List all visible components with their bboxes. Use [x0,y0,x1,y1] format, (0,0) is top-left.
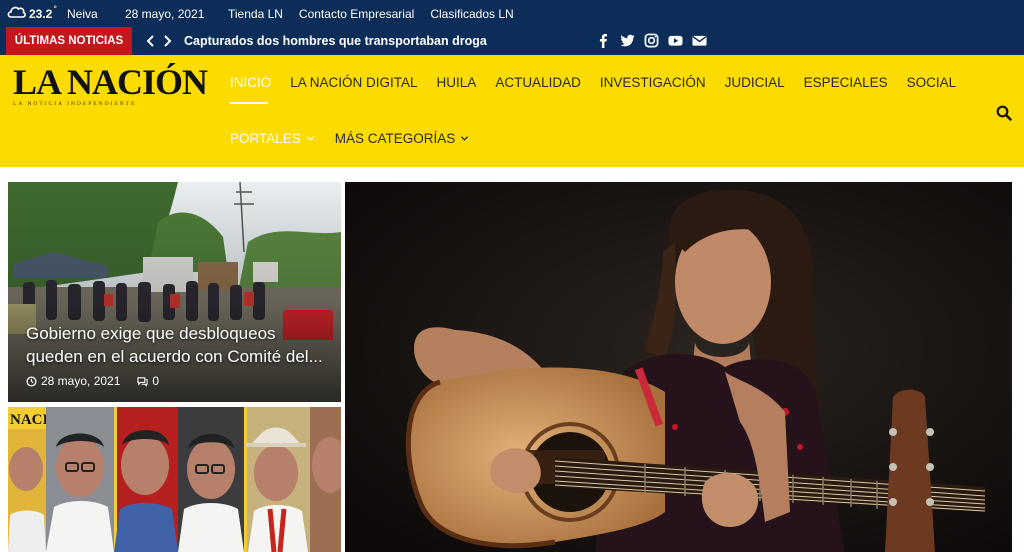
logo-wordmark: LA NACIÓN [13,62,208,102]
comment-count: 0 [152,374,160,388]
clock-icon [26,375,37,387]
nav-social[interactable]: SOCIAL [907,75,957,90]
twitter-icon[interactable] [620,33,635,48]
article-image [345,182,1012,552]
comments-link[interactable]: 0 [137,374,159,388]
site-header: LA NACIÓN LA NOTICIA INDEPENDIENTE INICI… [0,55,1024,167]
link-tienda[interactable]: Tienda LN [228,7,283,21]
search-icon[interactable] [996,105,1012,121]
facebook-icon[interactable] [596,33,611,48]
top-bar: 23.2 ° Neiva 28 mayo, 2021 Tienda LN Cont… [0,0,1024,27]
chevron-left-icon[interactable] [144,33,158,49]
social-links [596,33,716,48]
top-links: Tienda LN Contacto Empresarial Clasifica… [228,7,530,21]
degree-symbol: ° [53,3,57,14]
nav-investigacion[interactable]: INVESTIGACIÓN [600,75,706,90]
breaking-news-bar: ÚLTIMAS NOTICIAS Capturados dos hombres … [0,27,1024,55]
nav-especiales[interactable]: ESPECIALES [804,75,888,90]
nav-judicial[interactable]: JUDICIAL [725,75,785,90]
current-date: 28 mayo, 2021 [125,7,205,21]
nav-mas-categorias-label: MÁS CATEGORÍAS [334,131,456,146]
nav-actualidad[interactable]: ACTUALIDAD [495,75,581,90]
article-date: 28 mayo, 2021 [41,374,121,388]
site-logo[interactable]: LA NACIÓN LA NOTICIA INDEPENDIENTE [13,62,208,108]
active-nav-underline [230,102,268,104]
nav-mas-categorias[interactable]: MÁS CATEGORÍAS [335,131,470,146]
link-contacto-empresarial[interactable]: Contacto Empresarial [299,7,414,21]
chevron-down-icon [306,136,314,141]
article-image: NACIÓN [8,407,341,552]
cloud-icon [6,4,26,23]
nav-portales-label: PORTALES [230,131,301,146]
article-image [8,182,341,402]
breaking-news-label: ÚLTIMAS NOTICIAS [6,27,132,55]
comment-icon [137,376,148,387]
youtube-icon[interactable] [668,33,683,48]
nav-portales[interactable]: PORTALES [230,131,315,146]
article-card-featured[interactable] [345,182,1012,552]
chevron-right-icon[interactable] [160,33,174,49]
article-meta: 28 mayo, 2021 0 [26,374,159,388]
city-name: Neiva [67,7,98,21]
nav-inicio[interactable]: INICIO [230,75,271,90]
breaking-headline[interactable]: Capturados dos hombres que transportaban… [184,34,487,48]
secondary-nav: PORTALES MÁS CATEGORÍAS [230,131,489,146]
article-card-collage[interactable]: NACIÓN [8,407,341,552]
nav-huila[interactable]: HUILA [437,75,477,90]
article-card-desbloqueos[interactable]: Gobierno exige que desbloqueos queden en… [8,182,341,402]
temperature: 23.2 [29,6,53,21]
chevron-down-icon [461,136,469,141]
main-nav: INICIO LA NACIÓN DIGITAL HUILA ACTUALIDA… [230,75,975,90]
instagram-icon[interactable] [644,33,659,48]
weather-widget: 23.2 ° [6,4,57,23]
link-clasificados[interactable]: Clasificados LN [430,7,513,21]
article-title[interactable]: Gobierno exige que desbloqueos queden en… [26,322,326,368]
envelope-icon[interactable] [692,33,707,48]
nav-la-nacion-digital[interactable]: LA NACIÓN DIGITAL [290,75,417,90]
